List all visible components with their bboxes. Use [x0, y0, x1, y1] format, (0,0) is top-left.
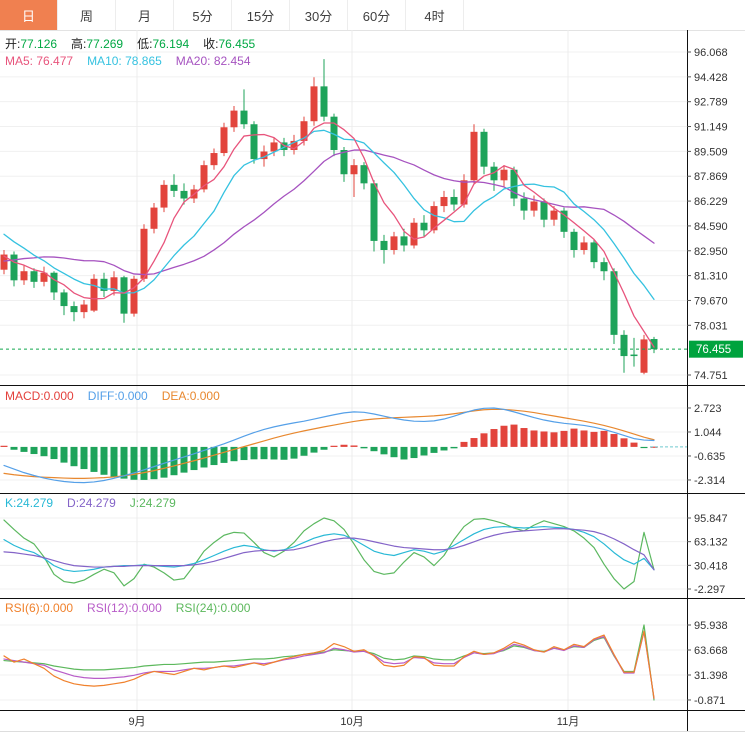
- macd-layer: [1, 425, 658, 480]
- tab-month[interactable]: 月: [116, 0, 174, 30]
- current-price-badge-label: 76.455: [696, 344, 731, 356]
- trading-app-window: 日 周 月 5分 15分 30分 60分 4时 96.068 94.428 92.7…: [0, 0, 745, 735]
- tab-day[interactable]: 日: [0, 0, 58, 30]
- axis-tick-label: 79.670: [694, 295, 728, 307]
- axis-tick-label: 63.668: [694, 645, 728, 657]
- axis-tick-label: 95.938: [694, 620, 728, 632]
- axis-tick-label: 1.044: [694, 427, 722, 439]
- rsi12-line: [4, 632, 654, 698]
- timeframe-tab-bar: 日 周 月 5分 15分 30分 60分 4时: [0, 0, 745, 31]
- axis-tick-label: 92.789: [694, 97, 728, 109]
- tab-60min[interactable]: 60分: [348, 0, 406, 30]
- rsi6-line: [4, 631, 654, 698]
- tab-week[interactable]: 周: [58, 0, 116, 30]
- chart-canvas[interactable]: 96.068 94.428 92.789 91.149 89.509 87.869 86.2…: [0, 30, 745, 735]
- axis-tick-label: 89.509: [694, 146, 728, 158]
- axis-tick-label: 81.310: [694, 271, 728, 283]
- axis-tick-label: 31.398: [694, 670, 728, 682]
- axis-tick-label: -0.635: [694, 451, 725, 463]
- axis-tick-label: 84.590: [694, 221, 728, 233]
- tab-30min[interactable]: 30分: [290, 0, 348, 30]
- axis-tick-label: 78.031: [694, 320, 728, 332]
- month-axis-label: 10月: [340, 716, 363, 728]
- axis-tick-label: 87.869: [694, 171, 728, 183]
- axis-tick-label: 30.418: [694, 560, 728, 572]
- k-line: [4, 527, 654, 572]
- axis-tick-label: 95.847: [694, 513, 728, 525]
- chart-area[interactable]: 96.068 94.428 92.789 91.149 89.509 87.869 86.2…: [0, 30, 745, 735]
- axis-tick-label: 94.428: [694, 72, 728, 84]
- ma5-line: [4, 123, 654, 347]
- tab-5min[interactable]: 5分: [174, 0, 232, 30]
- axis-tick-label: -0.871: [694, 695, 725, 707]
- axis-tick-label: 82.950: [694, 246, 728, 258]
- axis-tick-label: 74.751: [694, 370, 728, 382]
- axis-tick-label: -2.314: [694, 475, 725, 487]
- axis-tick-label: 86.229: [694, 196, 728, 208]
- rsi24-line: [4, 625, 654, 700]
- axis-tick-label: 63.132: [694, 537, 728, 549]
- axis-tick-label: 2.723: [694, 403, 722, 415]
- tab-4hour[interactable]: 4时: [406, 0, 464, 30]
- axis-tick-label: 91.149: [694, 122, 728, 134]
- month-axis-label: 11月: [557, 716, 579, 728]
- candles-layer: [1, 59, 658, 374]
- axis-tick-label: 96.068: [694, 47, 728, 59]
- tab-15min[interactable]: 15分: [232, 0, 290, 30]
- month-axis-label: 9月: [128, 716, 145, 728]
- axis-tick-label: -2.297: [694, 584, 725, 596]
